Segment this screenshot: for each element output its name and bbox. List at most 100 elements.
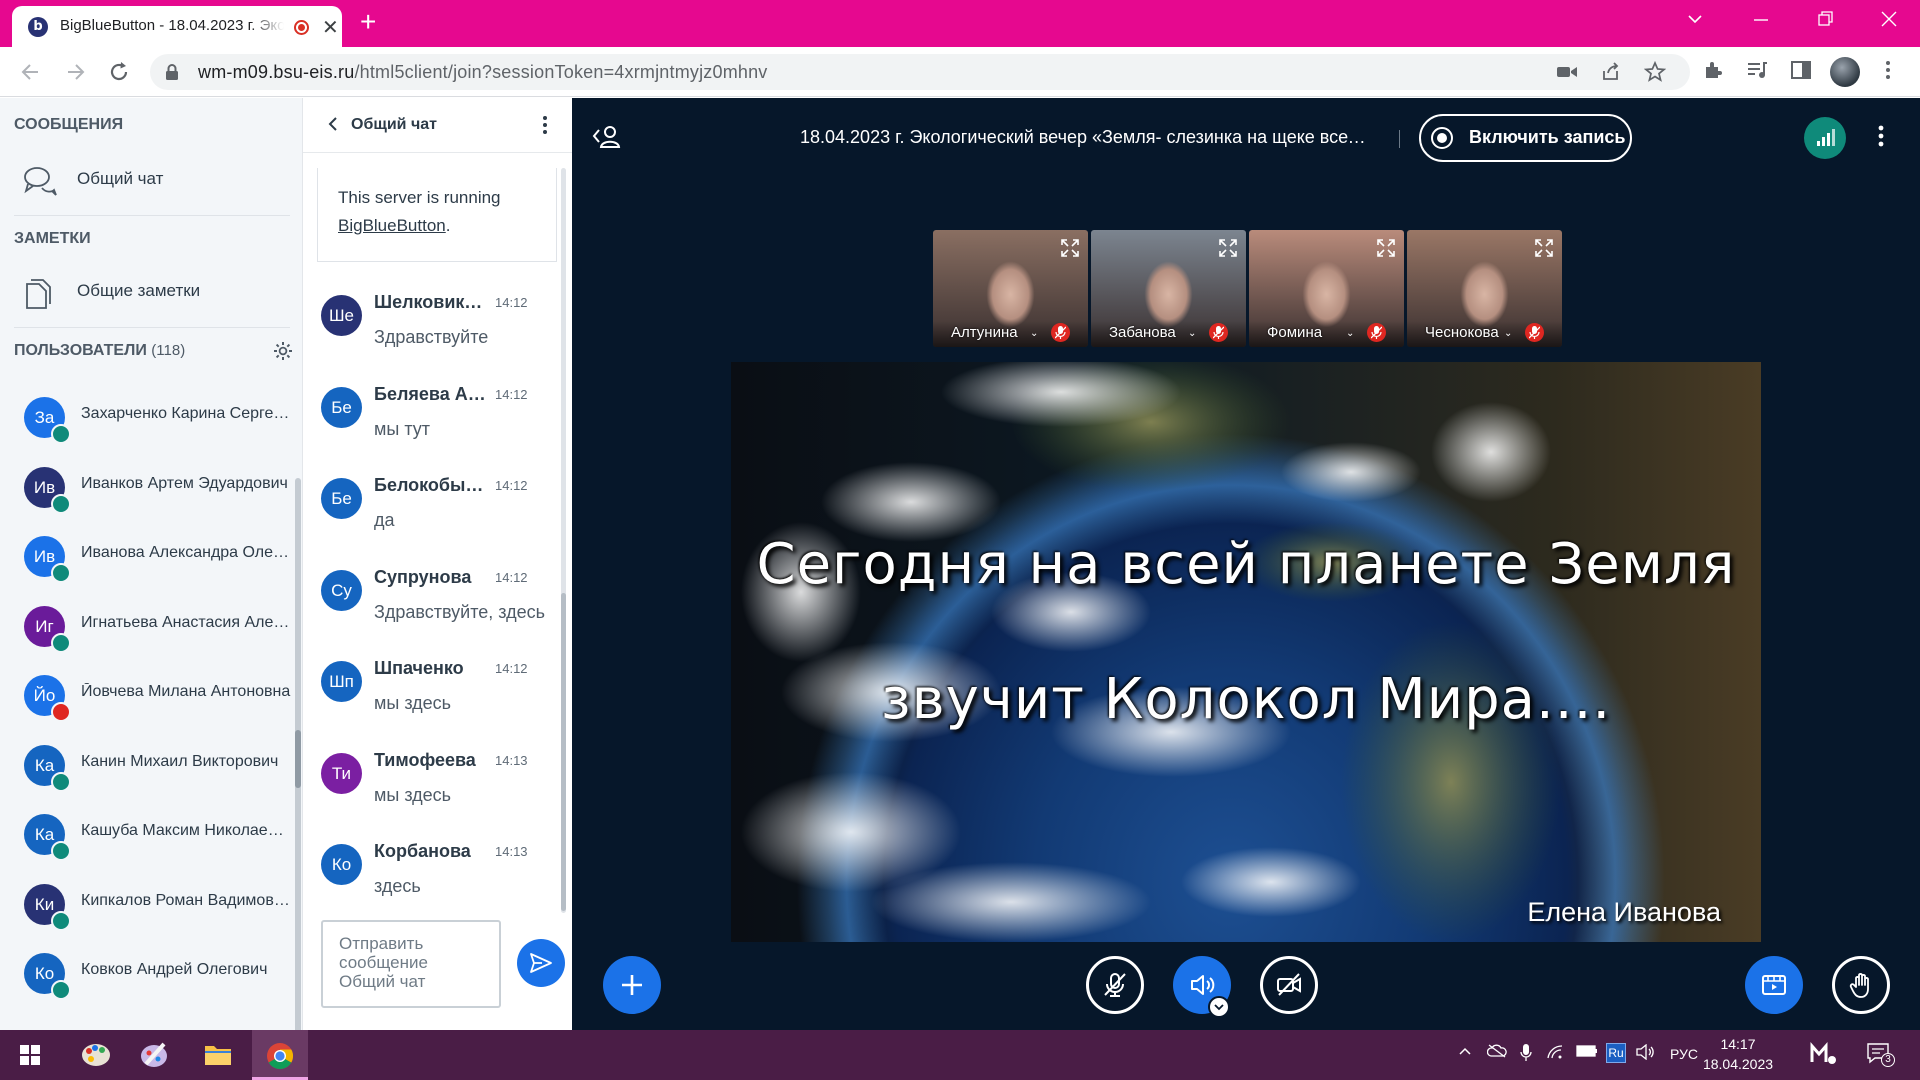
message-time: 14:12 <box>495 295 528 310</box>
message-sender: Корбанова <box>374 841 471 861</box>
file-explorer-icon[interactable] <box>190 1030 246 1080</box>
toggle-userlist-icon[interactable] <box>592 124 622 150</box>
listen-only-headphones-icon <box>51 632 71 653</box>
avatar: Ив <box>24 536 71 583</box>
shared-notes-label: Общие заметки <box>77 281 201 300</box>
new-tab-button[interactable]: + <box>360 8 376 36</box>
user-list-item[interactable]: Йо Йовчева Милана Антоновна <box>0 659 295 728</box>
fullscreen-icon[interactable] <box>1377 239 1395 257</box>
taskbar-clock[interactable]: 14:17 18.04.2023 <box>1693 1034 1783 1074</box>
user-list-item[interactable]: Ка Кашуба Максим Николаевич <box>0 798 295 867</box>
share-webcam-button[interactable] <box>1260 956 1318 1014</box>
public-chat-label: Общий чат <box>77 169 164 188</box>
message-sender: Шелковикова <box>374 292 489 312</box>
listen-only-headphones-icon <box>51 493 71 514</box>
profile-avatar[interactable] <box>1830 57 1860 87</box>
toggle-presentation-button[interactable] <box>1745 956 1803 1014</box>
chevron-left-icon[interactable] <box>327 115 339 133</box>
meeting-app-tray-icon[interactable] <box>1810 1040 1838 1066</box>
user-list-item[interactable]: Иг Игнатьева Анастасия Алексеевна <box>0 590 295 659</box>
fullscreen-icon[interactable] <box>1535 239 1553 257</box>
audio-options-chevron-icon[interactable] <box>1208 996 1230 1018</box>
bigbluebutton-favicon-icon: b <box>28 17 48 37</box>
webcam-tile[interactable]: Забанова ⌄ <box>1091 230 1246 347</box>
avatar: Ше <box>321 295 362 336</box>
user-name: Кашуба Максим Николаевич <box>81 822 291 839</box>
browser-tab[interactable]: b BigBlueButton - 18.04.2023 г. Экологич… <box>12 6 342 47</box>
paint3d-app-icon[interactable] <box>126 1030 182 1080</box>
microphone-muted-icon <box>1104 973 1126 997</box>
close-window-icon[interactable] <box>1880 10 1898 28</box>
webcam-tile[interactable]: Чеснокова ⌄ <box>1407 230 1562 347</box>
raise-hand-button[interactable] <box>1832 956 1890 1014</box>
public-chat-nav-item[interactable]: Общий чат <box>0 153 295 207</box>
browser-menu-icon[interactable] <box>1884 59 1892 81</box>
reload-icon[interactable] <box>106 59 132 85</box>
user-settings-gear-icon[interactable] <box>272 340 294 362</box>
start-recording-button[interactable]: Включить запись <box>1419 114 1632 162</box>
user-list-item[interactable]: Ка Канин Михаил Викторович <box>0 729 295 798</box>
chrome-app-icon[interactable] <box>252 1030 308 1080</box>
back-icon[interactable] <box>18 59 44 85</box>
message-sender: Тимофеева <box>374 749 476 770</box>
media-controls-icon[interactable] <box>1746 59 1768 81</box>
chat-options-icon[interactable] <box>541 114 549 136</box>
webcam-tile[interactable]: Алтунина ⌄ <box>933 230 1088 347</box>
webcam-user-name: Алтунина <box>951 324 1018 341</box>
minimize-window-icon[interactable] <box>1752 10 1770 28</box>
chat-scrollbar-thumb[interactable] <box>561 593 566 911</box>
paint-app-icon[interactable] <box>68 1030 124 1080</box>
presentation-icon <box>1762 975 1786 995</box>
extensions-icon[interactable] <box>1702 59 1724 81</box>
camera-in-use-icon[interactable] <box>1556 63 1578 81</box>
share-icon[interactable] <box>1600 62 1622 82</box>
user-list-item[interactable]: Ив Иванова Александра Олеговна <box>0 520 295 589</box>
language-badge[interactable]: Ru <box>1606 1043 1626 1063</box>
url-bar[interactable]: wm-m09.bsu-eis.ru/html5client/join?sessi… <box>150 54 1690 90</box>
user-list-item[interactable]: Ив Иванков Артем Эдуардович <box>0 451 295 520</box>
microphone-tray-icon[interactable] <box>1520 1044 1532 1062</box>
chat-title[interactable]: Общий чат <box>351 116 437 134</box>
bookmark-star-icon[interactable] <box>1644 61 1666 83</box>
fullscreen-icon[interactable] <box>1219 239 1237 257</box>
send-message-button[interactable] <box>517 939 565 987</box>
presentation-slide[interactable]: Сегодня на всей планете Земля звучит Кол… <box>731 362 1761 942</box>
restore-window-icon[interactable] <box>1816 10 1834 28</box>
options-menu-icon[interactable] <box>1877 124 1885 148</box>
bigbluebutton-link[interactable]: BigBlueButton <box>338 216 446 235</box>
start-button[interactable] <box>2 1030 58 1080</box>
user-name: Иванова Александра Олеговна <box>81 544 291 561</box>
show-hidden-icons-chevron-icon[interactable] <box>1458 1044 1472 1058</box>
user-list-scrollbar-thumb[interactable] <box>295 730 301 788</box>
chat-message-input[interactable]: Отправить сообщение Общий чат <box>321 920 501 1008</box>
chevron-down-icon[interactable]: ⌄ <box>1188 328 1196 339</box>
fullscreen-icon[interactable] <box>1061 239 1079 257</box>
user-list-item[interactable]: Ки Кипкалов Роман Вадимович <box>0 868 295 937</box>
connection-status-button[interactable] <box>1804 117 1846 159</box>
user-list-item[interactable]: За Захарченко Карина Сергеевна <box>0 381 295 450</box>
tab-search-icon[interactable] <box>1686 10 1704 28</box>
start-recording-label: Включить запись <box>1469 127 1626 147</box>
side-panel-icon[interactable] <box>1790 59 1812 81</box>
tab-close-icon[interactable]: ✕ <box>322 15 339 40</box>
user-list-item[interactable]: Ко Ковков Андрей Олегович <box>0 937 295 1006</box>
muted-microphone-icon <box>1367 323 1386 342</box>
chevron-down-icon[interactable]: ⌄ <box>1504 328 1512 339</box>
battery-icon[interactable] <box>1576 1044 1598 1058</box>
chevron-down-icon[interactable]: ⌄ <box>1030 328 1038 339</box>
message-sender: Белокобыльская <box>374 475 489 495</box>
volume-icon[interactable] <box>1636 1044 1656 1060</box>
forward-icon[interactable] <box>62 59 88 85</box>
lock-icon[interactable] <box>164 63 180 81</box>
unmute-microphone-button[interactable] <box>1086 956 1144 1014</box>
slide-text-line-1: Сегодня на всей планете Земля <box>756 532 1736 597</box>
avatar: Шп <box>321 661 362 702</box>
webcam-tile[interactable]: Фомина ⌄ <box>1249 230 1404 347</box>
shared-notes-nav-item[interactable]: Общие заметки <box>0 265 295 319</box>
messages-section-title: СООБЩЕНИЯ <box>14 116 124 133</box>
cloud-offline-icon[interactable] <box>1487 1044 1507 1058</box>
chevron-down-icon[interactable]: ⌄ <box>1346 328 1354 339</box>
actions-plus-button[interactable] <box>603 956 661 1014</box>
wifi-icon[interactable] <box>1546 1044 1564 1060</box>
tab-title: BigBlueButton - 18.04.2023 г. Экологичес… <box>60 17 284 34</box>
